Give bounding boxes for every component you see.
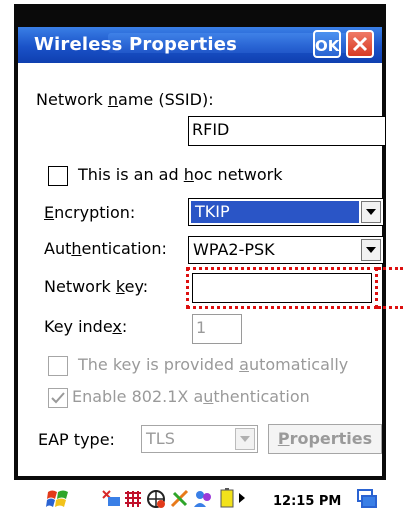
network-key-label: Network key:	[44, 277, 149, 296]
close-icon	[352, 36, 368, 52]
start-flag-icon[interactable]	[46, 488, 72, 510]
chevron-down-icon	[366, 247, 376, 253]
authentication-label: Authentication:	[44, 239, 167, 258]
eap-type-value: TLS	[146, 429, 175, 448]
encryption-dropdown-button[interactable]	[361, 201, 381, 223]
ssid-label: Network name (SSID):	[36, 90, 214, 109]
key-index-label: Key index:	[44, 317, 128, 336]
highlight-box	[186, 267, 378, 309]
highlight-connector-top	[378, 267, 403, 270]
people-icon[interactable]	[192, 488, 214, 510]
properties-button[interactable]: Properties	[268, 424, 382, 454]
auto-key-label: The key is provided automatically	[78, 355, 349, 374]
close-button[interactable]	[346, 30, 374, 58]
auto-key-checkbox[interactable]	[48, 356, 68, 376]
tools-icon[interactable]	[169, 488, 191, 510]
encryption-select[interactable]: TKIP	[188, 198, 384, 226]
battery-icon[interactable]	[216, 487, 238, 509]
highlight-connector-bottom	[378, 306, 403, 309]
authentication-value: WPA2-PSK	[193, 240, 275, 259]
adhoc-label: This is an ad hoc network	[78, 165, 283, 184]
chevron-down-icon	[240, 436, 250, 442]
eap-type-select[interactable]: TLS	[141, 425, 258, 453]
taskbar-clock[interactable]: 12:15 PM	[273, 494, 341, 509]
authentication-select[interactable]: WPA2-PSK	[188, 236, 384, 264]
eap-dropdown-button[interactable]	[235, 428, 255, 450]
ok-button[interactable]: OK	[313, 30, 341, 58]
authentication-dropdown-button[interactable]	[361, 239, 381, 261]
dot1x-checkbox[interactable]	[48, 388, 68, 408]
chevron-down-icon	[366, 209, 376, 215]
globe-icon[interactable]	[145, 488, 167, 510]
window-title: Wireless Properties	[34, 34, 238, 55]
eap-type-label: EAP type:	[38, 430, 115, 449]
desktop-icon[interactable]	[356, 488, 378, 510]
signal-icon[interactable]	[123, 489, 143, 509]
checkmark-icon	[51, 392, 65, 404]
encryption-label: Encryption:	[44, 203, 136, 222]
adhoc-checkbox[interactable]	[48, 166, 68, 186]
key-index-input[interactable]: 1	[192, 314, 242, 344]
network-icon[interactable]	[100, 488, 122, 510]
encryption-value: TKIP	[191, 201, 359, 223]
dot1x-label: Enable 802.1X authentication	[72, 387, 310, 406]
arrow-right-icon[interactable]	[238, 492, 246, 504]
ssid-input[interactable]: RFID	[188, 116, 386, 146]
